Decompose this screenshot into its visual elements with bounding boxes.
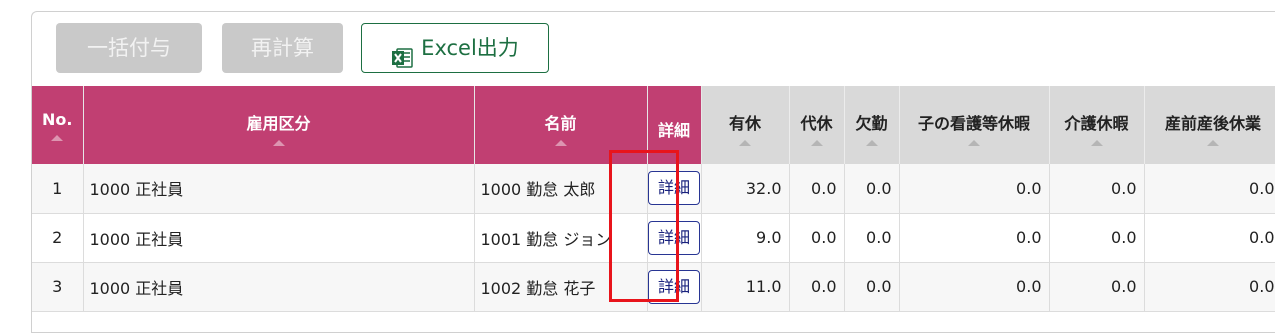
cell-compensatory-leave: 0.0 <box>789 164 845 214</box>
column-header-maternity-leave[interactable]: 産前産後休業 <box>1144 86 1275 164</box>
excel-icon <box>391 37 413 68</box>
cell-name: 1002 勤怠 花子 <box>474 262 648 312</box>
cell-maternity-leave: 0.0 <box>1144 262 1275 312</box>
leave-summary-panel: 一括付与 再計算 Excel出力 No. 雇用区分 名前 詳細 有休 代休 欠勤… <box>31 11 1275 333</box>
table-header-row: No. 雇用区分 名前 詳細 有休 代休 欠勤 子の看護等休暇 介護休暇 産前産… <box>32 86 1275 164</box>
detail-button[interactable]: 詳細 <box>648 269 700 304</box>
column-header-child-care-leave[interactable]: 子の看護等休暇 <box>899 86 1050 164</box>
detail-button[interactable]: 詳細 <box>648 171 700 206</box>
cell-paid-leave: 9.0 <box>701 213 790 263</box>
sort-up-icon <box>554 140 567 146</box>
cell-detail: 詳細 <box>647 164 702 214</box>
cell-no: 1 <box>32 164 84 214</box>
cell-maternity-leave: 0.0 <box>1144 164 1275 214</box>
table-row: 3 1000 正社員 1002 勤怠 花子 詳細 11.0 0.0 0.0 0.… <box>32 262 1275 312</box>
column-header-paid-leave[interactable]: 有休 <box>701 86 790 164</box>
sort-up-icon <box>1090 140 1103 146</box>
table-row: 2 1000 正社員 1001 勤怠 ジョン 詳細 9.0 0.0 0.0 0.… <box>32 213 1275 263</box>
sort-up-icon <box>272 140 285 146</box>
detail-button[interactable]: 詳細 <box>648 220 700 255</box>
cell-employment-type: 1000 正社員 <box>83 262 475 312</box>
column-header-nursing-care-leave[interactable]: 介護休暇 <box>1049 86 1145 164</box>
cell-detail: 詳細 <box>647 213 702 263</box>
leave-table: No. 雇用区分 名前 詳細 有休 代休 欠勤 子の看護等休暇 介護休暇 産前産… <box>32 86 1275 312</box>
cell-absence: 0.0 <box>844 262 900 312</box>
excel-export-label: Excel出力 <box>421 36 519 60</box>
column-header-absence[interactable]: 欠勤 <box>844 86 900 164</box>
cell-child-care-leave: 0.0 <box>899 213 1050 263</box>
sort-up-icon <box>968 140 980 146</box>
cell-child-care-leave: 0.0 <box>899 164 1050 214</box>
cell-child-care-leave: 0.0 <box>899 262 1050 312</box>
cell-absence: 0.0 <box>844 164 900 214</box>
cell-name: 1001 勤怠 ジョン <box>474 213 648 263</box>
column-header-employment-type[interactable]: 雇用区分 <box>83 86 475 164</box>
cell-detail: 詳細 <box>647 262 702 312</box>
cell-absence: 0.0 <box>844 213 900 263</box>
sort-up-icon <box>1207 140 1219 146</box>
table-row: 1 1000 正社員 1000 勤怠 太郎 詳細 32.0 0.0 0.0 0.… <box>32 164 1275 214</box>
cell-no: 3 <box>32 262 84 312</box>
recalculate-button[interactable]: 再計算 <box>222 23 343 73</box>
cell-maternity-leave: 0.0 <box>1144 213 1275 263</box>
cell-nursing-care-leave: 0.0 <box>1049 164 1145 214</box>
bulk-grant-button[interactable]: 一括付与 <box>56 23 202 73</box>
cell-compensatory-leave: 0.0 <box>789 262 845 312</box>
column-header-compensatory-leave[interactable]: 代休 <box>789 86 845 164</box>
cell-nursing-care-leave: 0.0 <box>1049 213 1145 263</box>
cell-name: 1000 勤怠 太郎 <box>474 164 648 214</box>
cell-paid-leave: 32.0 <box>701 164 790 214</box>
column-header-no[interactable]: No. <box>32 86 84 164</box>
cell-no: 2 <box>32 213 84 263</box>
cell-paid-leave: 11.0 <box>701 262 790 312</box>
sort-up-icon <box>810 140 823 146</box>
excel-export-button[interactable]: Excel出力 <box>361 23 549 73</box>
sort-up-icon <box>51 135 64 141</box>
sort-up-icon <box>739 140 751 146</box>
column-header-name[interactable]: 名前 <box>474 86 648 164</box>
sort-up-icon <box>865 140 878 146</box>
cell-compensatory-leave: 0.0 <box>789 213 845 263</box>
column-header-detail: 詳細 <box>647 86 702 164</box>
cell-employment-type: 1000 正社員 <box>83 213 475 263</box>
toolbar: 一括付与 再計算 Excel出力 <box>32 12 1275 86</box>
cell-employment-type: 1000 正社員 <box>83 164 475 214</box>
cell-nursing-care-leave: 0.0 <box>1049 262 1145 312</box>
